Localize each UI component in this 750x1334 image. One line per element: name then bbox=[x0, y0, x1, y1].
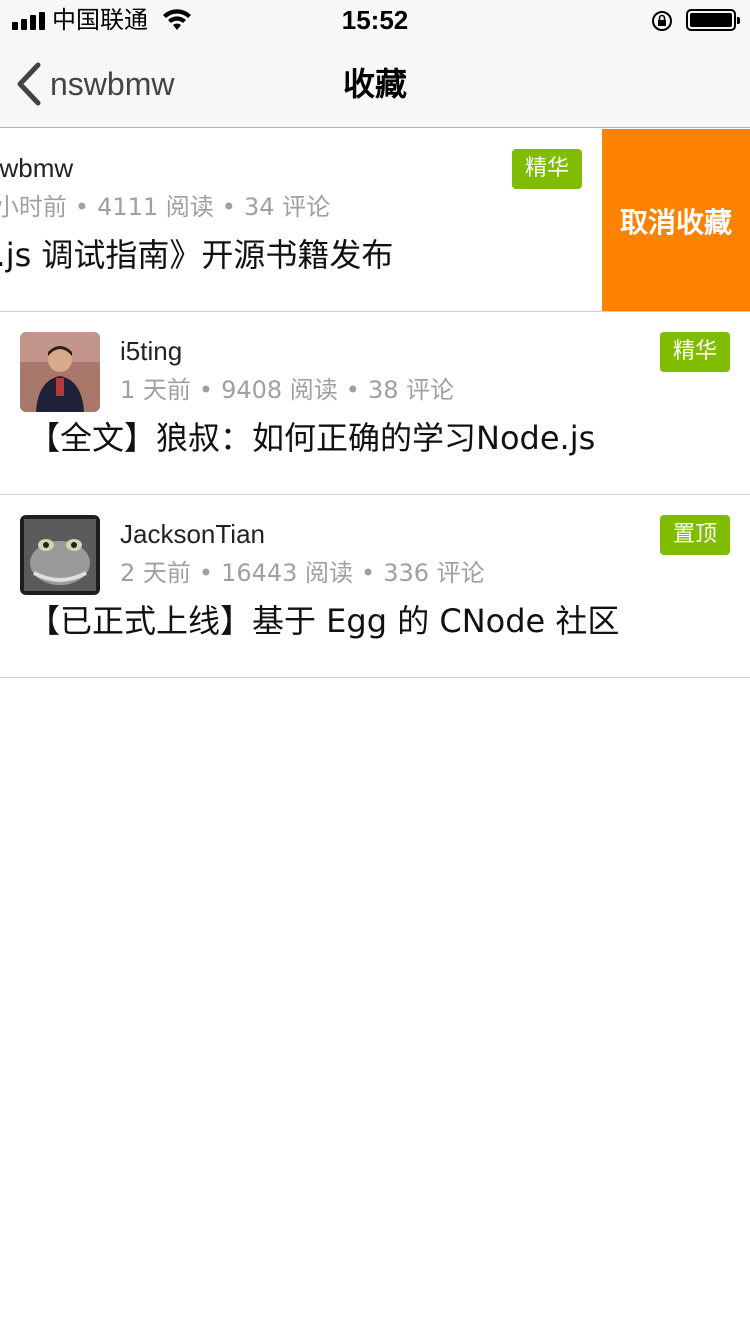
post-time: 2 天前 bbox=[120, 559, 191, 587]
author-name: JacksonTian bbox=[120, 519, 265, 549]
topic-meta: 2 天前 • 16443 阅读 • 336 评论 bbox=[120, 559, 485, 587]
post-time: 1 小时前 bbox=[0, 193, 67, 221]
read-count: 9408 阅读 bbox=[221, 376, 338, 404]
favorites-list: nswbmw 1 小时前•4111 阅读•34 评论 精华 《Node.js 调… bbox=[0, 129, 750, 678]
rotation-lock-icon bbox=[650, 9, 674, 38]
status-bar: 中国联通 15:52 bbox=[0, 0, 750, 40]
read-count: 16443 阅读 bbox=[221, 559, 354, 587]
avatar[interactable] bbox=[20, 515, 100, 595]
author-name: nswbmw bbox=[0, 153, 74, 183]
list-item[interactable]: nswbmw 1 小时前•4111 阅读•34 评论 精华 《Node.js 调… bbox=[0, 129, 750, 312]
battery-icon bbox=[686, 9, 740, 31]
post-time: 1 天前 bbox=[120, 376, 191, 404]
author-name: i5ting bbox=[120, 336, 183, 366]
topic-tag: 置顶 bbox=[660, 515, 730, 555]
topic-title[interactable]: 【全文】狼叔：如何正确的学习Node.js bbox=[28, 416, 595, 460]
list-item-content[interactable]: i5ting 1 天前 • 9408 阅读 • 38 评论 精华 【全文】狼叔：如何正确… bbox=[0, 312, 750, 494]
avatar[interactable] bbox=[20, 332, 100, 412]
comment-count: 336 评论 bbox=[383, 559, 485, 587]
navigation-bar: nswbmw 收藏 bbox=[0, 40, 750, 128]
topic-title[interactable]: 【已正式上线】基于 Egg 的 CNode 社区 bbox=[28, 599, 619, 643]
topic-meta: 1 天前 • 9408 阅读 • 38 评论 bbox=[120, 376, 455, 404]
unfavorite-button[interactable]: 取消收藏 bbox=[602, 129, 750, 311]
clock: 15:52 bbox=[341, 5, 409, 35]
topic-tag: 精华 bbox=[512, 149, 582, 189]
page-title: 收藏 bbox=[342, 65, 407, 103]
comment-count: 34 评论 bbox=[243, 193, 331, 221]
list-item-content[interactable]: nswbmw 1 小时前•4111 阅读•34 评论 精华 《Node.js 调… bbox=[0, 129, 602, 311]
list-item-content[interactable]: JacksonTian 2 天前 • 16443 阅读 • 336 评论 置顶 【已正式… bbox=[0, 495, 750, 677]
comment-count: 38 评论 bbox=[367, 376, 455, 404]
topic-tag: 精华 bbox=[660, 332, 730, 372]
read-count: 4111 阅读 bbox=[97, 193, 214, 221]
topic-title[interactable]: 《Node.js 调试指南》开源书籍发布 bbox=[0, 233, 393, 277]
topic-meta: 1 小时前•4111 阅读•34 评论 bbox=[0, 191, 330, 223]
list-item[interactable]: JacksonTian 2 天前 • 16443 阅读 • 336 评论 置顶 【已正式… bbox=[0, 495, 750, 678]
list-item[interactable]: i5ting 1 天前 • 9408 阅读 • 38 评论 精华 【全文】狼叔：如何正确… bbox=[0, 312, 750, 495]
